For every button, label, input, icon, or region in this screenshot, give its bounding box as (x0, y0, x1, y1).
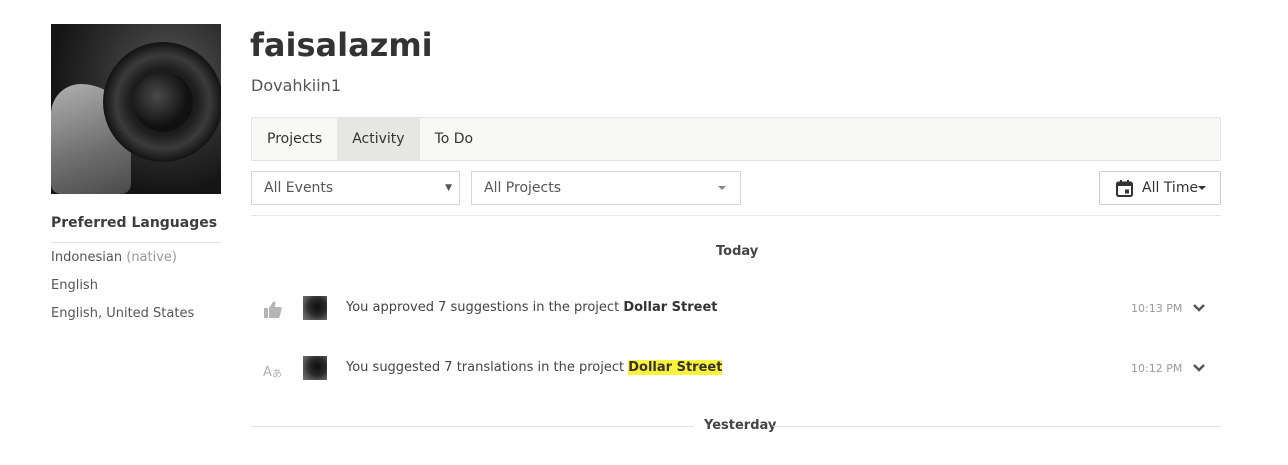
caret-down-icon (718, 186, 726, 190)
tab-activity[interactable]: Activity (337, 118, 420, 160)
tab-projects[interactable]: Projects (252, 118, 337, 160)
events-filter-value: All Events (264, 180, 334, 196)
chevron-down-icon[interactable] (1192, 303, 1206, 313)
day-divider-left (251, 426, 694, 427)
events-filter-select[interactable]: All Events ▼ (251, 171, 460, 205)
event-user-avatar (303, 356, 327, 380)
event-action-text: You suggested 7 translations in the proj… (346, 360, 625, 375)
preferred-languages-divider (51, 242, 221, 243)
language-name: English, United States (51, 306, 195, 321)
event-project-link[interactable]: Dollar Street (628, 360, 723, 375)
day-divider-right (773, 426, 1221, 427)
caret-down-icon (1198, 186, 1206, 190)
thumbs-up-icon (264, 301, 282, 318)
profile-avatar (51, 24, 221, 194)
language-name: Indonesian (51, 250, 123, 265)
time-filter-label: All Time (1142, 180, 1199, 196)
language-item: English (51, 278, 98, 293)
event-timestamp: 10:13 PM (1131, 302, 1183, 315)
day-header-today: Today (716, 244, 759, 259)
event-project-link[interactable]: Dollar Street (623, 300, 717, 315)
event-timestamp: 10:12 PM (1131, 362, 1183, 375)
caret-down-icon: ▼ (445, 183, 452, 193)
preferred-languages-title: Preferred Languages (51, 215, 218, 231)
language-item: English, United States (51, 306, 194, 321)
chevron-down-icon[interactable] (1192, 363, 1206, 373)
event-description: You suggested 7 translations in the proj… (346, 360, 723, 375)
language-item: Indonesian (native) (51, 250, 177, 265)
calendar-icon (1116, 180, 1133, 197)
profile-tabs: Projects Activity To Do (251, 117, 1221, 161)
profile-username: faisalazmi (250, 26, 433, 64)
svg-text:A: A (263, 365, 272, 380)
event-action-text: You approved 7 suggestions in the projec… (346, 300, 620, 315)
projects-filter-value: All Projects (484, 180, 561, 196)
filter-divider (251, 215, 1221, 216)
language-name: English (51, 278, 98, 293)
projects-filter-select[interactable]: All Projects (471, 171, 741, 205)
language-native-note: (native) (126, 250, 177, 265)
profile-display-name: Dovahkiin1 (251, 76, 341, 95)
day-header-yesterday: Yesterday (704, 418, 777, 433)
svg-text:あ: あ (272, 368, 282, 380)
time-filter-button[interactable]: All Time (1099, 171, 1221, 205)
tab-to-do[interactable]: To Do (420, 118, 489, 160)
event-user-avatar (303, 296, 327, 320)
avatar-lens-center (133, 72, 193, 132)
translate-icon: A あ (263, 365, 282, 380)
event-description: You approved 7 suggestions in the projec… (346, 300, 718, 315)
